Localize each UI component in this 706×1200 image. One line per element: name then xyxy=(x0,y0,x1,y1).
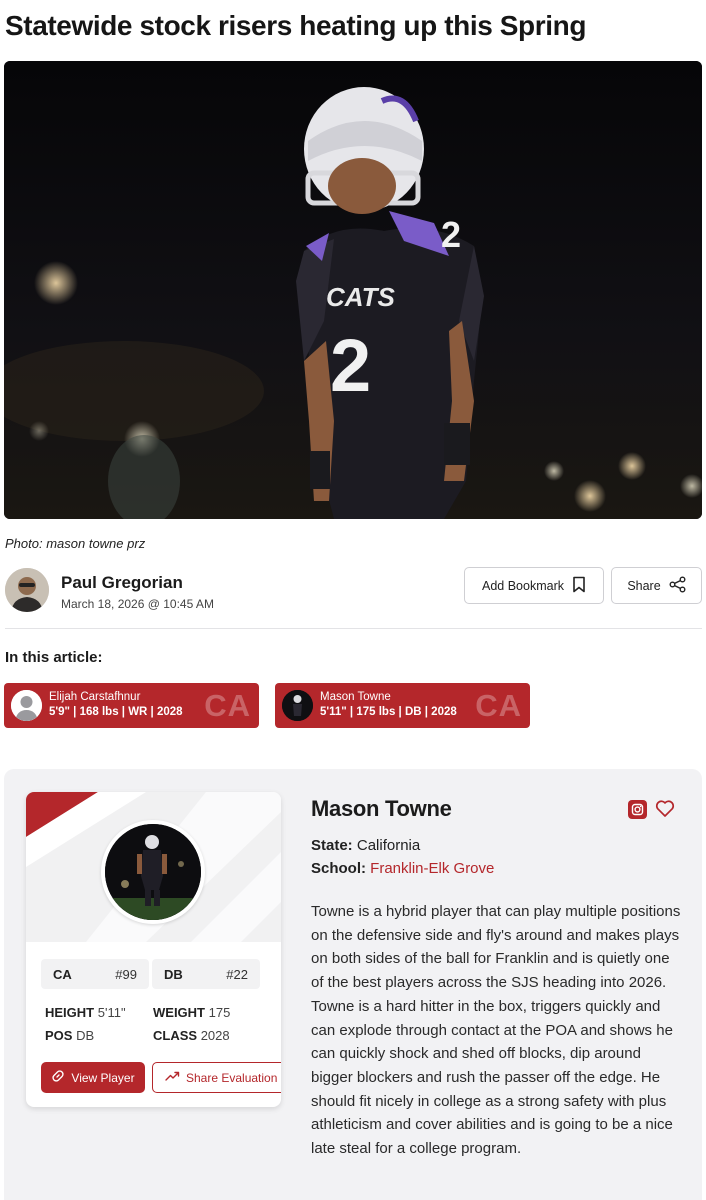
trend-icon xyxy=(165,1070,180,1085)
class-value: 2028 xyxy=(200,1028,230,1043)
school-row: School: Franklin-Elk Grove xyxy=(311,860,494,877)
author-byline: Paul Gregorian March 18, 2026 @ 10:45 AM… xyxy=(5,567,702,629)
class-label: CLASS xyxy=(153,1028,198,1043)
shoulder-number: 2 xyxy=(441,214,461,255)
pos-value: DB xyxy=(76,1028,95,1043)
instagram-icon[interactable] xyxy=(628,800,647,819)
player-chip-0[interactable]: Elijah Carstafhnur 5'9" | 168 lbs | WR |… xyxy=(4,683,259,728)
jersey-text: CATS xyxy=(326,282,396,312)
share-icon xyxy=(669,576,686,596)
height-value: 5'11" xyxy=(97,1005,126,1020)
player-chip-state: CA xyxy=(475,688,522,723)
rank-label: DB xyxy=(164,967,183,982)
player-chip-meta: 5'11" | 175 lbs | DB | 2028 xyxy=(320,706,457,718)
class-stat: CLASS 2028 xyxy=(153,1028,230,1043)
weight-label: WEIGHT xyxy=(153,1005,205,1020)
position-rank-box: DB #22 xyxy=(152,959,260,989)
player-chip-1[interactable]: Mason Towne 5'11" | 175 lbs | DB | 2028 … xyxy=(275,683,530,728)
rank-value: #22 xyxy=(226,967,248,982)
height-stat: HEIGHT 5'11" xyxy=(45,1005,126,1020)
author-avatar[interactable] xyxy=(5,568,49,612)
weight-stat: WEIGHT 175 xyxy=(153,1005,230,1020)
player-photo xyxy=(101,820,205,924)
player-name: Mason Towne xyxy=(311,796,452,821)
player-chip-meta: 5'9" | 168 lbs | WR | 2028 xyxy=(49,706,183,718)
player-card: CA #99 DB #22 HEIGHT 5'11" WEIGHT 175 PO… xyxy=(26,792,281,1107)
view-player-button[interactable]: View Player xyxy=(41,1062,145,1093)
state-label: State: xyxy=(311,837,353,854)
heart-icon[interactable] xyxy=(655,799,675,823)
player-chip-name: Elijah Carstafhnur xyxy=(49,691,141,703)
hero-photo: CATS 2 2 xyxy=(4,61,702,519)
player-chip-avatar xyxy=(11,690,42,721)
view-player-label: View Player xyxy=(71,1070,135,1085)
link-icon xyxy=(51,1069,65,1086)
in-article-heading: In this article: xyxy=(5,649,103,666)
weight-value: 175 xyxy=(208,1005,231,1020)
player-chip-name: Mason Towne xyxy=(320,691,391,703)
add-bookmark-button[interactable]: Add Bookmark xyxy=(464,567,604,604)
share-label: Share xyxy=(627,578,661,593)
player-bio: Towne is a hybrid player that can play m… xyxy=(311,903,681,1158)
share-evaluation-label: Share Evaluation xyxy=(186,1070,278,1085)
player-profile-panel: CA #99 DB #22 HEIGHT 5'11" WEIGHT 175 PO… xyxy=(4,769,702,1200)
share-evaluation-button[interactable]: Share Evaluation xyxy=(152,1062,281,1093)
player-chip-avatar xyxy=(282,690,313,721)
rank-value: #99 xyxy=(115,967,137,982)
state-value: California xyxy=(356,837,421,854)
article-headline: Statewide stock risers heating up this S… xyxy=(5,10,587,41)
state-row: State: California xyxy=(311,837,420,854)
author-name[interactable]: Paul Gregorian xyxy=(61,573,183,593)
photo-caption: Photo: mason towne prz xyxy=(5,536,146,551)
rank-label: CA xyxy=(53,967,72,982)
bookmark-label: Add Bookmark xyxy=(482,578,564,593)
state-rank-box: CA #99 xyxy=(41,959,149,989)
player-chip-state: CA xyxy=(204,688,251,723)
publish-date: March 18, 2026 @ 10:45 AM xyxy=(61,597,214,611)
jersey-number: 2 xyxy=(330,324,371,407)
share-button[interactable]: Share xyxy=(611,567,702,604)
height-label: HEIGHT xyxy=(45,1005,95,1020)
position-stat: POS DB xyxy=(45,1028,94,1043)
school-label: School: xyxy=(311,860,366,877)
bookmark-icon xyxy=(572,576,586,596)
pos-label: POS xyxy=(45,1028,73,1043)
school-link[interactable]: Franklin-Elk Grove xyxy=(370,860,494,877)
